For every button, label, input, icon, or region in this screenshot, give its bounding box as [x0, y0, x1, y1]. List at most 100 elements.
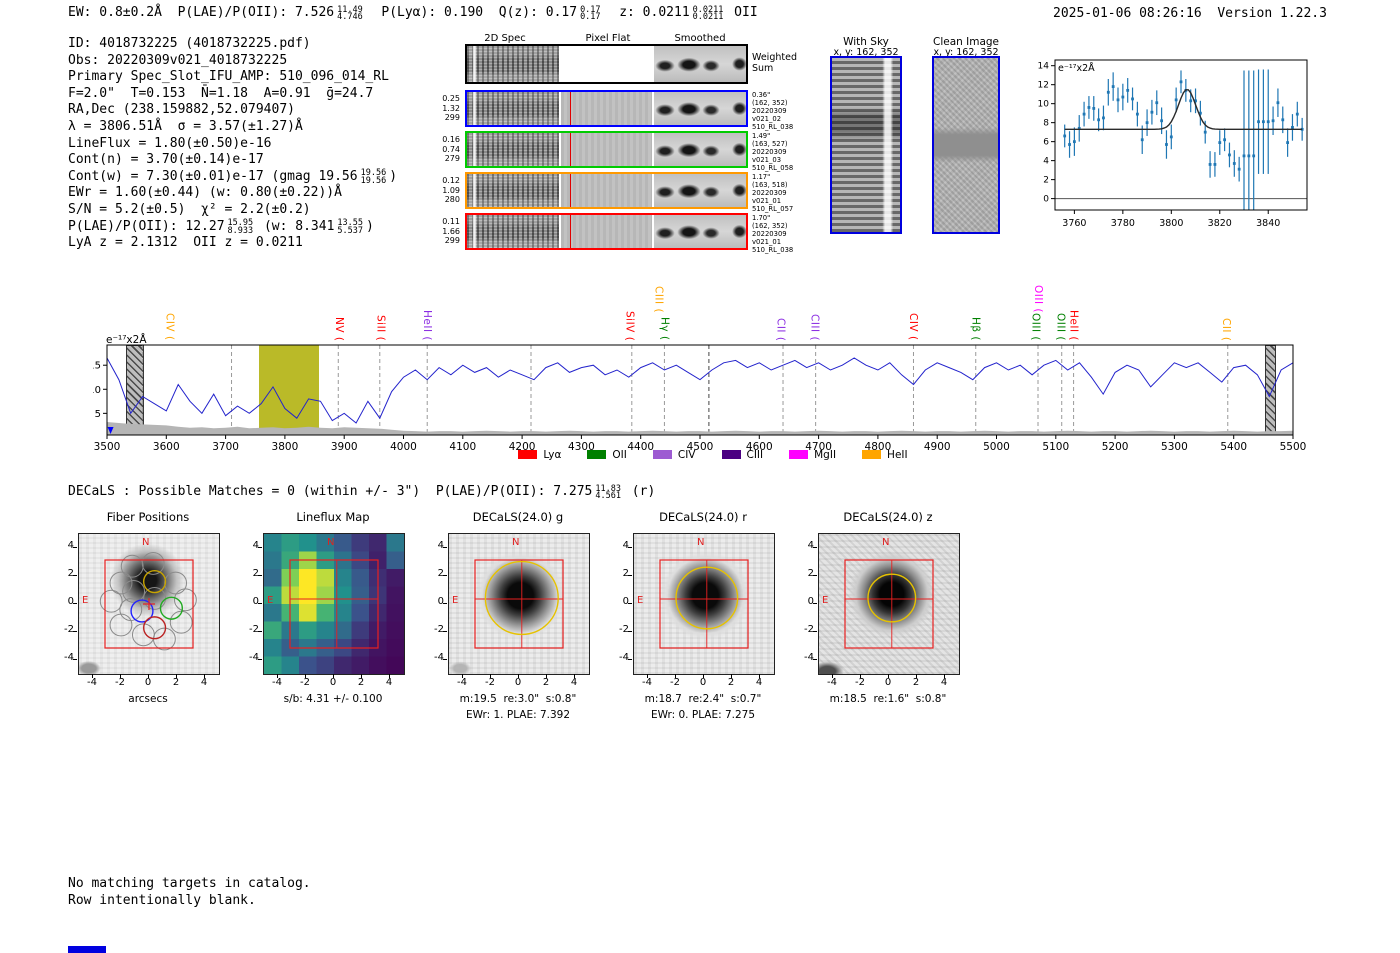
- fiber-row-left-labels: 0.12 1.09 280: [434, 176, 460, 205]
- fraction-stack: 11.49 4.746: [337, 4, 363, 22]
- info-line: S/N = 5.2(±0.5) χ² = 2.2(±0.2): [68, 202, 397, 219]
- clean-image-pixels: [934, 58, 998, 232]
- panel-tick-mark: [389, 674, 390, 678]
- panel-tick-mark: [443, 659, 447, 660]
- compass-east-label: E: [637, 595, 644, 606]
- panel-x-tick-label: 2: [912, 677, 920, 688]
- panel-image-2: [263, 533, 405, 675]
- panel-x-tick-label: -2: [115, 677, 125, 688]
- fiber-weight-value: 1.09: [442, 185, 460, 195]
- panel-title-1: Fiber Positions: [106, 510, 190, 524]
- weighted-sum-line: Weighted: [752, 52, 797, 63]
- text-segment: LineFlux = 1.80(±0.50)e-16: [68, 135, 272, 151]
- panel-x-tick-label: 4: [385, 677, 393, 688]
- panel-y-tick-label: 0: [622, 596, 629, 607]
- fiber-id-line: v021_03: [752, 156, 782, 164]
- y-tick-label: 12: [1038, 81, 1049, 91]
- emission-line-label: Hβ (: [969, 316, 982, 341]
- text-segment: OII: [726, 5, 758, 20]
- data-point: [1068, 143, 1071, 146]
- panel-tick-mark: [204, 674, 205, 678]
- full-spectrum-svg: 5 10 15 3500 3600 3700 3800 3900 4000 4100 4200 430…: [93, 344, 1306, 453]
- text-segment: ID: 4018732225 (4018732225.pdf): [68, 36, 311, 51]
- heatmap-cell: [316, 586, 335, 605]
- heatmap-cell: [299, 656, 317, 674]
- 2d-cutout-row: [465, 90, 748, 127]
- emission-line-label: OIII (: [1029, 313, 1042, 341]
- x-tick-label: 4800: [865, 441, 892, 453]
- data-point: [1276, 101, 1280, 105]
- panel-x-tick-label: 2: [172, 677, 180, 688]
- fiber-id-line: (162, 352): [752, 99, 788, 107]
- footer-line: No matching targets in catalog.: [68, 876, 311, 891]
- panel-y-tick-label: 4: [67, 540, 74, 551]
- text-segment: ): [389, 168, 398, 184]
- panel-y-tick-label: -4: [434, 652, 444, 663]
- with-sky-image: [830, 56, 902, 234]
- fiber-circle: [99, 589, 123, 613]
- panel-tick-mark: [443, 603, 447, 604]
- panel-tick-mark: [258, 659, 262, 660]
- fraction-stack: 0.0211 0.0211: [692, 4, 724, 22]
- title-2d-spec: 2D Spec: [484, 33, 526, 44]
- fiber-weight-value: 280: [444, 195, 460, 204]
- panel-tick-mark: [148, 674, 149, 678]
- compass-north-label: N: [512, 537, 520, 548]
- panel-image-4: [633, 533, 775, 675]
- x-tick-label: 3820: [1208, 218, 1232, 229]
- panel-tick-mark: [944, 674, 945, 678]
- heatmap-cell: [386, 586, 404, 605]
- spectrum-line: [106, 357, 1294, 424]
- x-tick-label: 4000: [390, 441, 417, 453]
- data-point: [1116, 98, 1120, 102]
- x-tick-label: 5400: [1220, 441, 1247, 453]
- 2d-spec-image: [467, 46, 559, 82]
- heatmap-cell: [299, 604, 317, 622]
- x-tick-label: 5200: [1102, 441, 1129, 453]
- smoothed-image: [654, 174, 747, 207]
- fiber-weight-value: 1.32: [442, 103, 460, 113]
- text-segment: (w: 8.341: [256, 218, 335, 234]
- panel-y-tick-label: 2: [622, 568, 629, 579]
- panel-tick-mark: [73, 603, 77, 604]
- heatmap-cell: [369, 534, 387, 552]
- heatmap-cell: [281, 656, 300, 674]
- x-tick-label: 4100: [449, 441, 476, 453]
- panel-y-tick-label: -2: [64, 624, 74, 635]
- text-segment: Cont(w) = 7.30(±0.01)e-17 (gmag 19.56: [68, 168, 358, 184]
- panel-tick-mark: [813, 659, 817, 660]
- panel-x-tick-label: -4: [87, 677, 97, 688]
- pixel-flat-image: [560, 92, 653, 125]
- report-timestamp-version: 2025-01-06 08:26:16 Version 1.22.3: [1053, 6, 1327, 21]
- noise-floor-region: [107, 422, 1293, 435]
- fiber-id-line: 20220309: [752, 107, 787, 115]
- panel-tick-mark: [73, 631, 77, 632]
- data-point: [1257, 120, 1260, 124]
- x-tick-label: 3800: [1159, 218, 1183, 229]
- line-center-marker: [569, 174, 572, 207]
- x-tick-label: 4600: [746, 441, 773, 453]
- title-pixel-flat: Pixel Flat: [585, 33, 631, 44]
- data-point: [1261, 120, 1265, 124]
- info-line: RA,Dec (238.159882,52.079407): [68, 102, 397, 119]
- text-segment: Q(z): 0.17: [498, 5, 578, 20]
- panel-x-tick-label: 0: [699, 677, 707, 688]
- text-segment: F=2.0" T=0.153 N̄=1.18 A=0.91 ḡ=24.7: [68, 85, 374, 101]
- panel-overlay: [474, 559, 564, 649]
- panel-tick-mark: [443, 575, 447, 576]
- compass-east-label: E: [822, 595, 829, 606]
- data-point: [1121, 95, 1125, 99]
- fiber-circle: [143, 586, 167, 610]
- text-segment: Obs: 20220309v021_4018732225: [68, 52, 288, 68]
- text-segment: z: 0.0211: [603, 5, 690, 20]
- heatmap-cell: [299, 621, 317, 640]
- heatmap-cell: [386, 656, 404, 674]
- fiber-weight-value: 0.25: [442, 94, 460, 103]
- panel-y-tick-label: 2: [67, 568, 74, 579]
- fiber-id-line: 1.49": [752, 132, 771, 140]
- next-row-image-stub: [68, 946, 106, 953]
- line-center-marker: [569, 215, 572, 248]
- fiber-id-line: 510_RL_038: [752, 123, 794, 131]
- y-tick-label: 2: [1043, 176, 1049, 186]
- panel-x-tick-label: -2: [300, 677, 310, 688]
